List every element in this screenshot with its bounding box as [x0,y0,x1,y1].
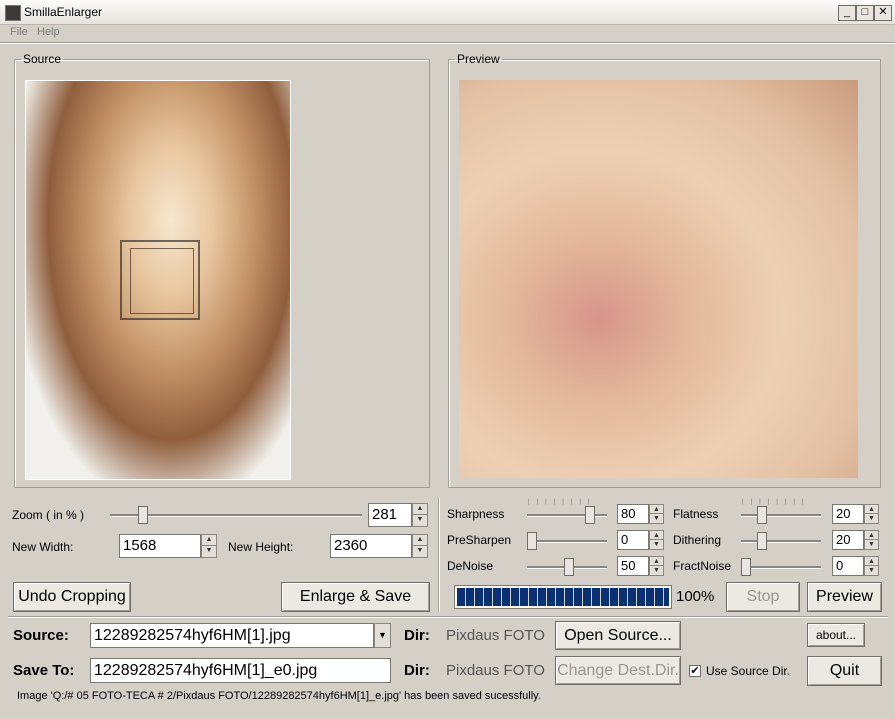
status-message: Image 'Q:/# 05 FOTO-TECA # 2/Pixdaus FOT… [17,690,541,702]
about-button[interactable]: about... [807,623,865,647]
change-dest-dir-button[interactable]: Change Dest.Dir. [555,656,681,685]
new-width-input[interactable]: 1568 [119,534,201,558]
source-panel-legend: Source [23,52,62,66]
sharpness-slider-track[interactable] [527,514,607,517]
param-label-dithering: Dithering [673,533,722,547]
vertical-divider [438,498,440,612]
param-label-fractnoise: FractNoise [673,559,732,573]
zoom-spin-buttons[interactable]: ▲ ▼ [412,503,428,527]
progress-bar-fill [457,588,669,606]
window-title: SmillaEnlarger [24,5,103,19]
source-dir-label: Dir: [404,627,430,644]
denoise-slider-thumb[interactable] [564,558,574,576]
param-label-presharpen: PreSharpen [447,533,512,547]
source-file-combo[interactable]: 12289282574hyf6HM[1].jpg [90,623,374,648]
new-height-label: New Height: [228,540,294,554]
progress-percent: 100% [676,588,715,605]
menu-help[interactable]: Help [37,26,60,38]
zoom-label: Zoom ( in % ) [12,508,85,522]
sharpness-input[interactable]: 80 [617,504,649,524]
save-dir-value: Pixdaus FOTO [446,662,545,679]
dithering-slider-thumb[interactable] [757,532,767,550]
fractnoise-spin-buttons[interactable]: ▲ ▼ [864,556,879,576]
combo-dropdown-icon[interactable]: ▼ [374,623,391,648]
save-dir-label: Dir: [404,662,430,679]
open-source-button[interactable]: Open Source... [555,621,681,650]
presharpen-slider-track[interactable] [527,540,607,543]
enlarge-save-button[interactable]: Enlarge & Save [281,582,430,612]
param-label-flatness: Flatness [673,507,719,521]
use-source-dir-checkbox[interactable]: ✔ [689,665,701,677]
title-bar [0,0,895,25]
preview-panel-legend: Preview [457,52,500,66]
sharpness-slider-thumb[interactable] [585,506,595,524]
dithering-slider-track[interactable] [741,540,821,543]
stop-button[interactable]: Stop [726,582,800,612]
minimize-icon[interactable]: _ [838,5,856,21]
zoom-slider-thumb[interactable] [137,506,148,524]
presharpen-slider-thumb[interactable] [527,532,537,550]
denoise-input[interactable]: 50 [617,556,649,576]
param-label-denoise: DeNoise [447,559,494,573]
crop-inner-rectangle[interactable] [130,248,194,314]
zoom-input[interactable]: 281 [368,503,412,527]
sharpness-ticks: |||||||| [528,499,597,505]
flatness-input[interactable]: 20 [832,504,864,524]
fractnoise-input[interactable]: 0 [832,556,864,576]
sharpness-spin-buttons[interactable]: ▲ ▼ [649,504,664,524]
use-source-dir-label: Use Source Dir. [706,664,791,678]
quit-button[interactable]: Quit [807,656,882,686]
presharpen-spin-buttons[interactable]: ▲ ▼ [649,530,664,550]
new-width-label: New Width: [12,540,74,554]
presharpen-input[interactable]: 0 [617,530,649,550]
preview-button[interactable]: Preview [807,582,882,612]
menu-divider [0,42,895,44]
flatness-ticks: |||||||| [742,499,811,505]
denoise-spin-buttons[interactable]: ▲ ▼ [649,556,664,576]
source-dir-value: Pixdaus FOTO [446,627,545,644]
dithering-input[interactable]: 20 [832,530,864,550]
app-icon [5,5,21,21]
progress-bar [454,585,672,609]
flatness-spin-buttons[interactable]: ▲ ▼ [864,504,879,524]
undo-cropping-button[interactable]: Undo Cropping [13,582,131,612]
flatness-slider-track[interactable] [741,514,821,517]
bottom-divider [8,616,888,618]
source-label: Source: [13,627,69,644]
new-height-spin-buttons[interactable]: ▲ ▼ [412,534,428,558]
dithering-spin-buttons[interactable]: ▲ ▼ [864,530,879,550]
close-icon[interactable]: ✕ [874,5,892,21]
save-to-label: Save To: [13,662,75,679]
new-width-spin-buttons[interactable]: ▲ ▼ [201,534,217,558]
save-to-input[interactable]: 12289282574hyf6HM[1]_e0.jpg [90,658,391,683]
fractnoise-slider-thumb[interactable] [741,558,751,576]
param-label-sharpness: Sharpness [447,507,505,521]
flatness-slider-thumb[interactable] [757,506,767,524]
preview-image [459,80,858,478]
fractnoise-slider-track[interactable] [741,566,821,569]
menu-file[interactable]: File [10,26,28,38]
zoom-slider-track[interactable] [110,514,362,517]
maximize-icon[interactable]: □ [856,5,874,21]
new-height-input[interactable]: 2360 [330,534,412,558]
